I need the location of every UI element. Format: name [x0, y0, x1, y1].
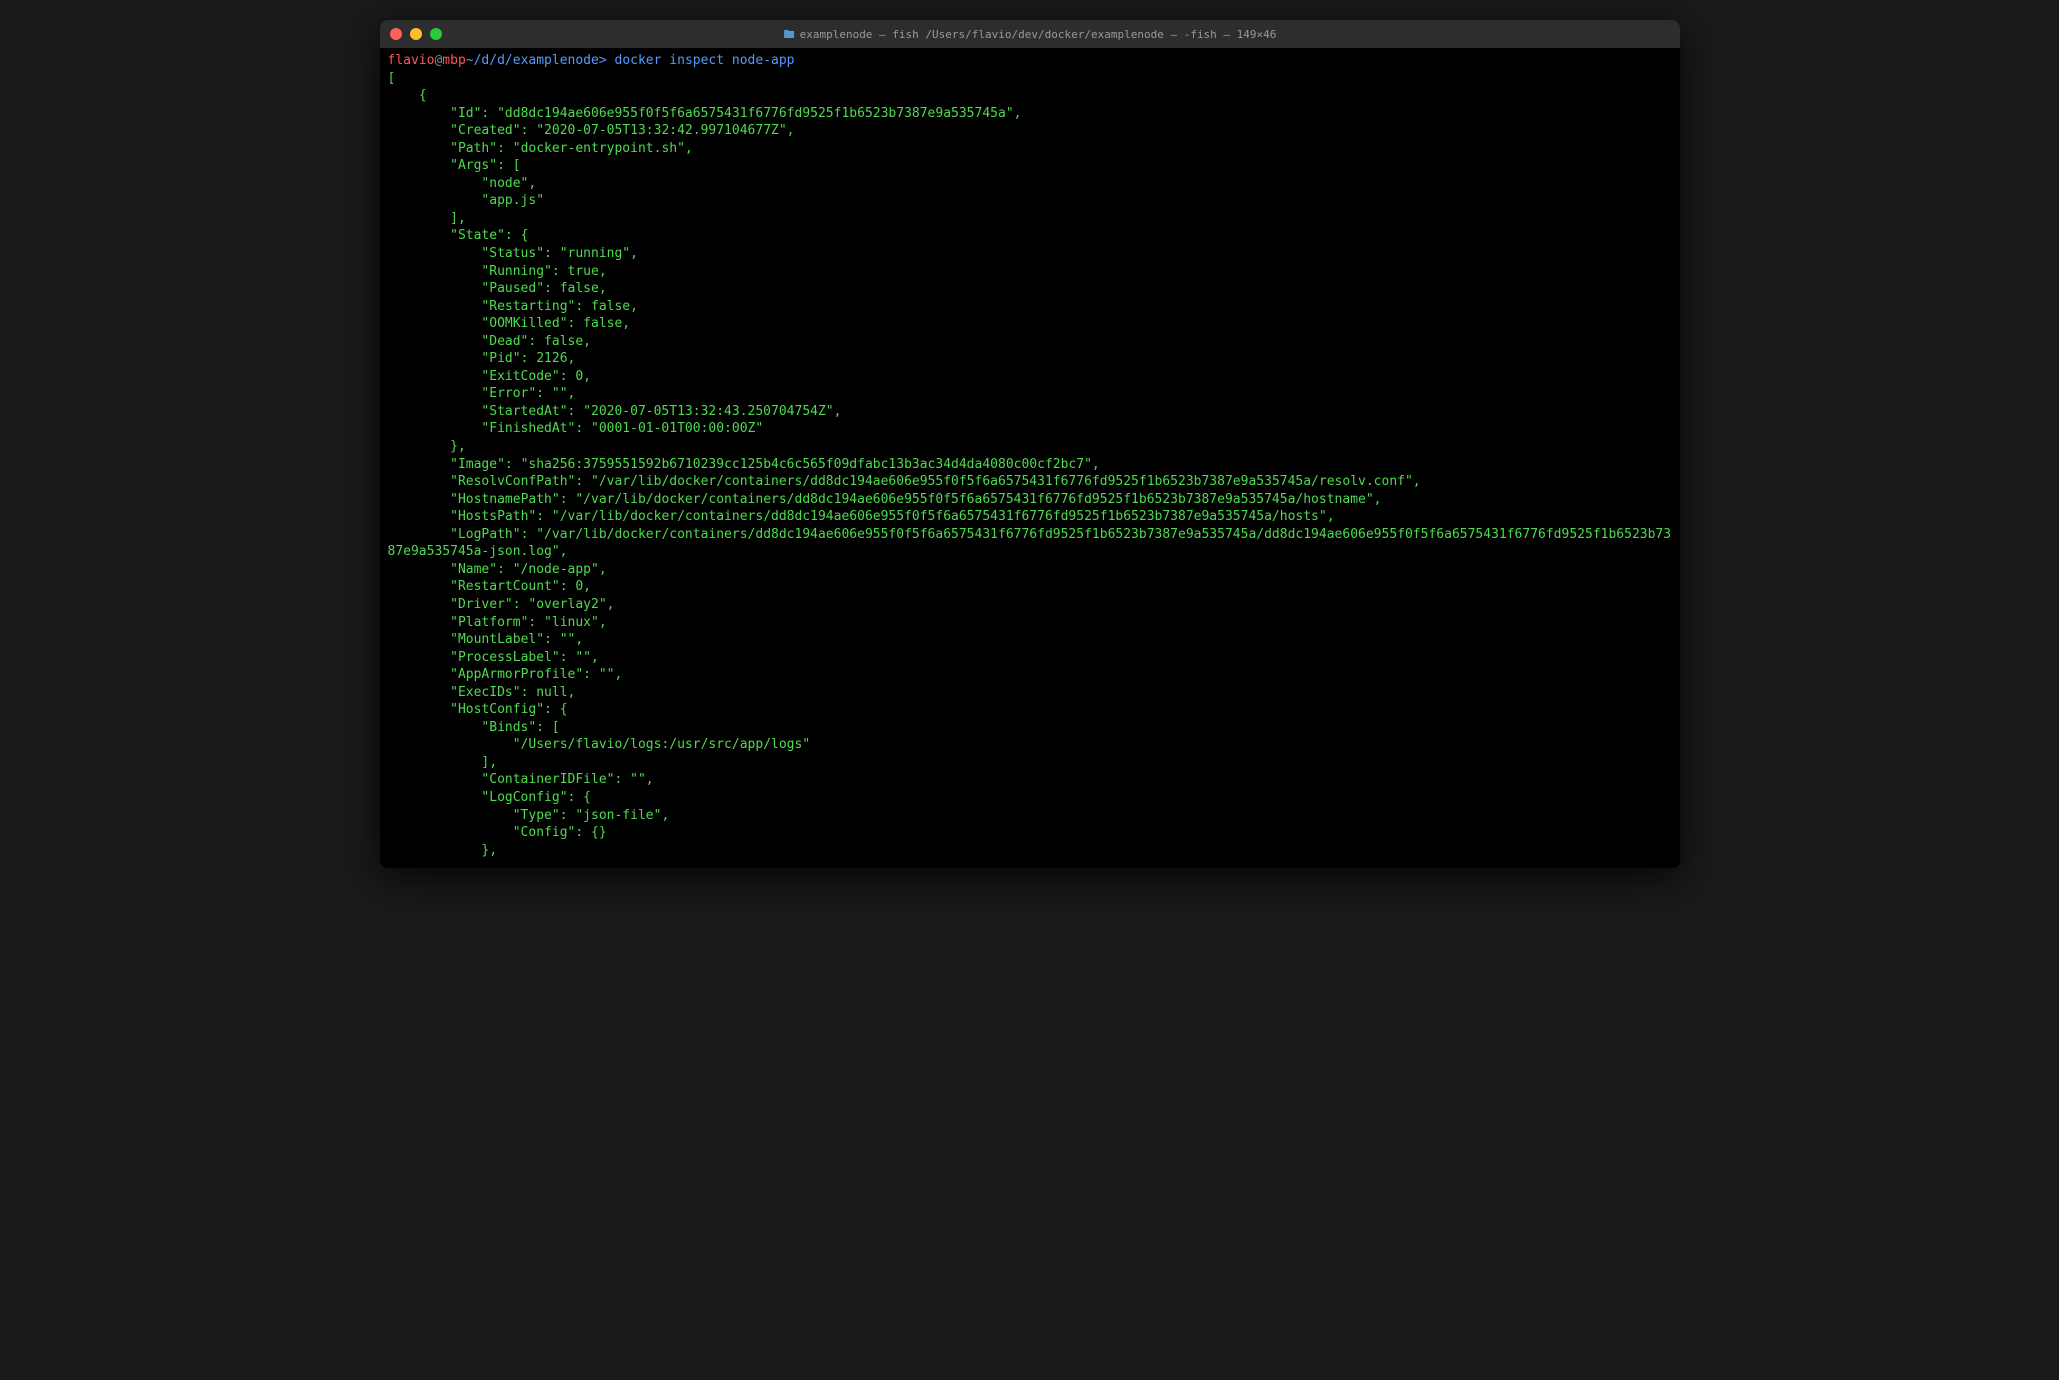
- command-text: docker inspect node-app: [615, 53, 795, 68]
- prompt-path: ~/d/d/examplenode: [466, 53, 599, 68]
- titlebar: examplenode — fish /Users/flavio/dev/doc…: [380, 20, 1680, 48]
- terminal-window: examplenode — fish /Users/flavio/dev/doc…: [380, 20, 1680, 868]
- folder-icon: [783, 29, 795, 39]
- close-button[interactable]: [390, 28, 402, 40]
- terminal-body[interactable]: flavio@mbp~/d/d/examplenode> docker insp…: [380, 48, 1680, 868]
- maximize-button[interactable]: [430, 28, 442, 40]
- prompt-arrow: >: [599, 53, 607, 68]
- minimize-button[interactable]: [410, 28, 422, 40]
- command-output: [ { "Id": "dd8dc194ae606e955f0f5f6a65754…: [388, 70, 1672, 860]
- prompt-line: flavio@mbp~/d/d/examplenode> docker insp…: [388, 52, 1672, 70]
- prompt-user: flavio: [388, 53, 435, 68]
- prompt-host: mbp: [442, 53, 465, 68]
- window-title-text: examplenode — fish /Users/flavio/dev/doc…: [800, 28, 1277, 41]
- traffic-lights: [390, 28, 442, 40]
- window-title: examplenode — fish /Users/flavio/dev/doc…: [783, 28, 1277, 41]
